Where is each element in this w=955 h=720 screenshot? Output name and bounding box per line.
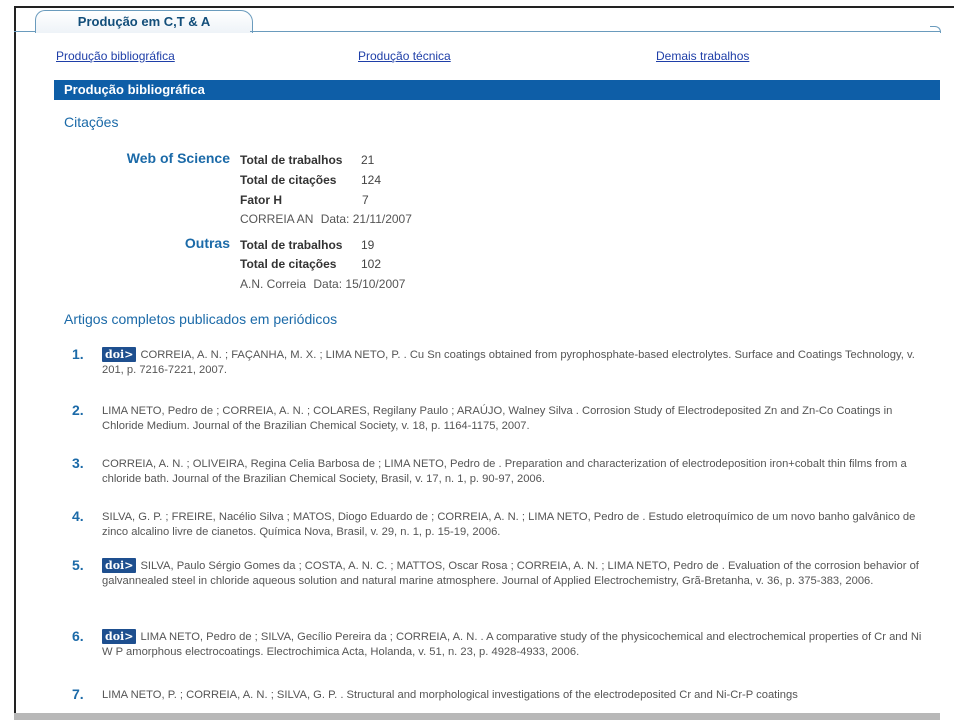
- outras-citacoes: Total de citações 102: [240, 257, 381, 271]
- doi-link-icon[interactable]: doi>: [102, 629, 137, 644]
- wos-trabalhos-value: 21: [361, 153, 375, 167]
- outras-citacoes-label: Total de citações: [240, 257, 337, 271]
- wos-author: CORREIA AN: [240, 212, 314, 226]
- article-citation: CORREIA, A. N. ; FAÇANHA, M. X. ; LIMA N…: [102, 349, 915, 376]
- wos-fator-h: Fator H 7: [240, 193, 369, 207]
- article-text: doi> SILVA, Paulo Sérgio Gomes da ; COSTA…: [102, 558, 932, 589]
- wos-date-label: Data:: [320, 212, 350, 226]
- outras-trabalhos-label: Total de trabalhos: [240, 238, 343, 252]
- wos-label: Web of Science: [126, 150, 230, 166]
- article-number: 7.: [72, 686, 84, 702]
- outras-trabalhos-value: 19: [361, 238, 375, 252]
- outras-author: A.N. Correia: [240, 277, 307, 291]
- section-title-bar: Produção bibliográfica: [54, 80, 940, 100]
- article-citation: LIMA NETO, Pedro de ; CORREIA, A. N. ; C…: [102, 405, 893, 432]
- wos-date: 21/11/2007: [352, 212, 412, 226]
- doi-link-icon[interactable]: doi>: [102, 558, 137, 573]
- wos-citacoes-label: Total de citações: [240, 173, 337, 187]
- tab-underline-corner: [930, 26, 941, 33]
- link-demais-trabalhos[interactable]: Demais trabalhos: [656, 49, 749, 63]
- link-producao-bibliografica[interactable]: Produção bibliográfica: [56, 49, 175, 63]
- article-citation: SILVA, G. P. ; FREIRE, Nacélio Silva ; M…: [102, 511, 916, 538]
- tab-producao[interactable]: Produção em C,T & A: [35, 10, 253, 33]
- outras-date-label: Data:: [313, 277, 343, 291]
- article-number: 1.: [72, 346, 84, 362]
- outras-source-line: A.N. Correia Data: 15/10/2007: [240, 277, 405, 291]
- article-text: doi> CORREIA, A. N. ; FAÇANHA, M. X. ; LI…: [102, 347, 932, 378]
- article-number: 5.: [72, 557, 84, 573]
- wos-source-line: CORREIA AN Data: 21/11/2007: [240, 212, 412, 226]
- link-producao-tecnica[interactable]: Produção técnica: [358, 49, 451, 63]
- article-number: 2.: [72, 402, 84, 418]
- wos-trabalhos: Total de trabalhos 21: [240, 153, 374, 167]
- article-number: 4.: [72, 508, 84, 524]
- outras-trabalhos: Total de trabalhos 19: [240, 238, 374, 252]
- citacoes-heading: Citações: [64, 114, 119, 130]
- outras-citacoes-value: 102: [361, 257, 382, 271]
- article-number: 3.: [72, 455, 84, 471]
- tab-underline-left: [14, 31, 36, 32]
- wos-citacoes: Total de citações 124: [240, 173, 381, 187]
- tab-underline: [250, 31, 940, 32]
- article-citation: LIMA NETO, Pedro de ; SILVA, Gecílio Per…: [102, 631, 922, 658]
- article-number: 6.: [72, 628, 84, 644]
- doi-link-icon[interactable]: doi>: [102, 347, 137, 362]
- article-citation: CORREIA, A. N. ; OLIVEIRA, Regina Celia …: [102, 458, 907, 485]
- article-text: doi> LIMA NETO, Pedro de ; SILVA, Gecílio…: [102, 629, 932, 660]
- outras-label: Outras: [184, 235, 230, 251]
- article-citation: SILVA, Paulo Sérgio Gomes da ; COSTA, A.…: [102, 560, 919, 587]
- wos-citacoes-value: 124: [361, 173, 382, 187]
- article-citation: LIMA NETO, P. ; CORREIA, A. N. ; SILVA, …: [102, 689, 798, 701]
- horizontal-scrollbar[interactable]: [14, 713, 940, 720]
- artigos-heading: Artigos completos publicados em periódic…: [64, 311, 338, 327]
- wos-fator-label: Fator H: [240, 193, 282, 207]
- wos-trabalhos-label: Total de trabalhos: [240, 153, 343, 167]
- outras-date: 15/10/2007: [345, 277, 406, 291]
- wos-fator-value: 7: [362, 193, 369, 207]
